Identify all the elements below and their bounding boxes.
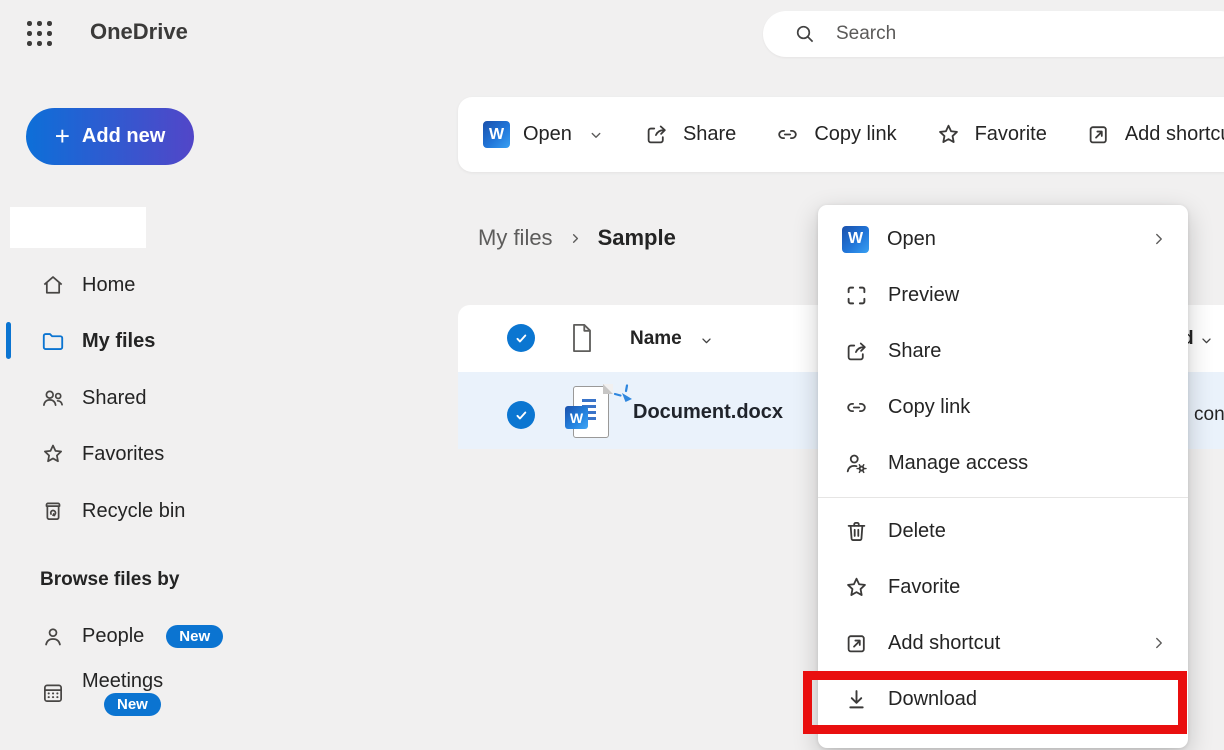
word-icon: W (842, 226, 869, 253)
app-title: OneDrive (90, 19, 188, 45)
breadcrumb-current-folder: Sample (598, 225, 676, 251)
new-badge: New (104, 693, 161, 716)
word-document-file-icon: W (565, 386, 611, 442)
add-shortcut-icon (1085, 121, 1112, 148)
toolbar-favorite-button[interactable]: Favorite (935, 121, 1047, 148)
share-icon (842, 338, 870, 365)
chevron-down-icon (587, 126, 605, 144)
toolbar-copy-link-button[interactable]: Copy link (774, 121, 896, 148)
menu-divider (818, 497, 1188, 498)
preview-icon (842, 282, 870, 309)
breadcrumb-my-files[interactable]: My files (478, 225, 553, 251)
sidebar-item-label: Favorites (82, 443, 164, 466)
command-toolbar: W Open Share Copy link (458, 97, 1224, 172)
recycle-bin-icon (40, 498, 66, 524)
plus-icon: + (55, 123, 70, 149)
sidebar-item-recycle-bin[interactable]: Recycle bin (0, 485, 240, 537)
sidebar-item-label: My files (82, 330, 155, 353)
browse-files-by-heading: Browse files by (40, 569, 179, 591)
sidebar-item-label: Recycle bin (82, 500, 185, 523)
toolbar-add-shortcut-button[interactable]: Add shortcut (1085, 121, 1224, 148)
add-new-button[interactable]: + Add new (26, 108, 194, 165)
star-icon (842, 574, 870, 601)
second-column-sort-chevron-icon[interactable] (1198, 332, 1215, 349)
menu-item-preview[interactable]: Preview (818, 267, 1188, 323)
new-badge: New (166, 625, 223, 648)
sidebar-item-meetings[interactable]: MeetingsNew (0, 667, 240, 719)
app-launcher-waffle-icon[interactable] (27, 21, 53, 47)
file-name[interactable]: Document.docx (633, 401, 783, 424)
menu-item-download[interactable]: Download (818, 671, 1188, 727)
people-icon (40, 385, 66, 411)
link-icon (842, 394, 870, 421)
sidebar-item-favorites[interactable]: Favorites (0, 428, 240, 480)
name-column-header[interactable]: Name (630, 328, 682, 350)
search-icon (793, 22, 817, 46)
star-icon (40, 441, 66, 467)
search-bar[interactable] (763, 11, 1224, 57)
toolbar-open-button[interactable]: W Open (483, 121, 605, 148)
onedrive-app-window: OneDrive + Add new Home My files (0, 0, 1224, 750)
sidebar-item-label: MeetingsNew (82, 670, 240, 717)
person-icon (40, 624, 66, 650)
sidebar-item-my-files[interactable]: My files (0, 315, 240, 367)
add-new-label: Add new (82, 125, 165, 148)
menu-item-share[interactable]: Share (818, 323, 1188, 379)
chevron-right-icon (1150, 634, 1168, 652)
select-all-checkbox[interactable] (507, 324, 535, 352)
download-icon (842, 686, 870, 713)
name-sort-chevron-icon[interactable] (698, 332, 715, 349)
redacted-account-area (10, 207, 146, 248)
menu-item-add-shortcut[interactable]: Add shortcut (818, 615, 1188, 671)
chevron-right-icon (1150, 230, 1168, 248)
sidebar-item-home[interactable]: Home (0, 259, 240, 311)
manage-access-icon (842, 450, 870, 477)
star-icon (935, 121, 962, 148)
sidebar-item-label: Home (82, 274, 135, 297)
share-icon (643, 121, 670, 148)
sidebar-item-label: PeopleNew (82, 625, 223, 649)
folder-icon (40, 328, 66, 354)
sidebar-item-shared[interactable]: Shared (0, 372, 240, 424)
menu-item-manage-access[interactable]: Manage access (818, 435, 1188, 491)
delete-icon (842, 518, 870, 545)
calendar-icon (40, 680, 66, 706)
home-icon (40, 272, 66, 298)
modified-time-fragment: cond (1194, 404, 1224, 426)
word-icon: W (483, 121, 510, 148)
breadcrumb: My files Sample (478, 225, 676, 251)
sidebar-item-label: Shared (82, 387, 147, 410)
row-selected-checkbox[interactable] (507, 401, 535, 429)
chevron-right-icon (568, 231, 583, 246)
menu-item-delete[interactable]: Delete (818, 503, 1188, 559)
file-type-column-icon (569, 322, 595, 354)
menu-item-favorite[interactable]: Favorite (818, 559, 1188, 615)
link-icon (774, 121, 801, 148)
file-context-menu: W Open Preview Share (818, 205, 1188, 748)
add-shortcut-icon (842, 630, 870, 657)
menu-item-copy-link[interactable]: Copy link (818, 379, 1188, 435)
sidebar-item-people[interactable]: PeopleNew (0, 611, 240, 663)
menu-item-open[interactable]: W Open (818, 211, 1188, 267)
toolbar-share-button[interactable]: Share (643, 121, 736, 148)
search-input[interactable] (836, 23, 1156, 45)
